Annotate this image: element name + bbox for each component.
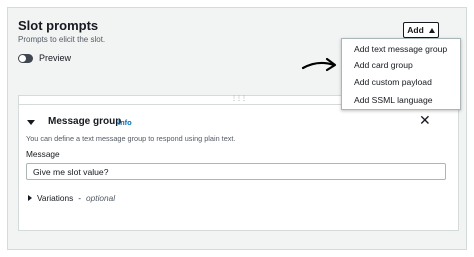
close-icon[interactable]: ✕ <box>419 113 431 127</box>
menu-item-add-card-group[interactable]: Add card group <box>354 60 413 70</box>
preview-toggle-row[interactable]: Preview <box>18 53 71 63</box>
variations-expander[interactable]: Variations - optional <box>28 193 115 203</box>
add-dropdown-menu: Add text message group Add card group Ad… <box>341 38 461 110</box>
message-field-label: Message <box>26 149 60 159</box>
section-subtitle: Prompts to elicit the slot. <box>18 35 106 44</box>
menu-item-add-custom-payload[interactable]: Add custom payload <box>354 77 432 87</box>
info-link[interactable]: Info <box>118 118 132 127</box>
variations-label: Variations <box>37 193 74 203</box>
caret-right-icon <box>28 195 32 201</box>
section-title: Slot prompts <box>18 18 99 33</box>
preview-label: Preview <box>39 53 72 63</box>
variations-separator: - <box>78 193 82 203</box>
drag-handle-icon[interactable]: ⋮⋮⋮ <box>231 96 247 102</box>
message-input[interactable] <box>26 163 446 180</box>
preview-toggle[interactable] <box>18 53 33 63</box>
add-button-label: Add <box>407 25 424 35</box>
hand-drawn-arrow-annotation <box>301 57 337 72</box>
caret-up-icon <box>428 27 435 33</box>
toggle-knob <box>19 54 26 62</box>
menu-item-add-text-message-group[interactable]: Add text message group <box>354 44 447 54</box>
message-group-title: Message group <box>48 116 122 127</box>
menu-item-add-ssml-language[interactable]: Add SSML language <box>354 95 433 105</box>
message-group-description: You can define a text message group to r… <box>26 134 236 143</box>
variations-optional-label: optional <box>86 193 116 203</box>
add-button[interactable]: Add <box>403 22 439 38</box>
caret-down-icon[interactable] <box>27 120 35 125</box>
